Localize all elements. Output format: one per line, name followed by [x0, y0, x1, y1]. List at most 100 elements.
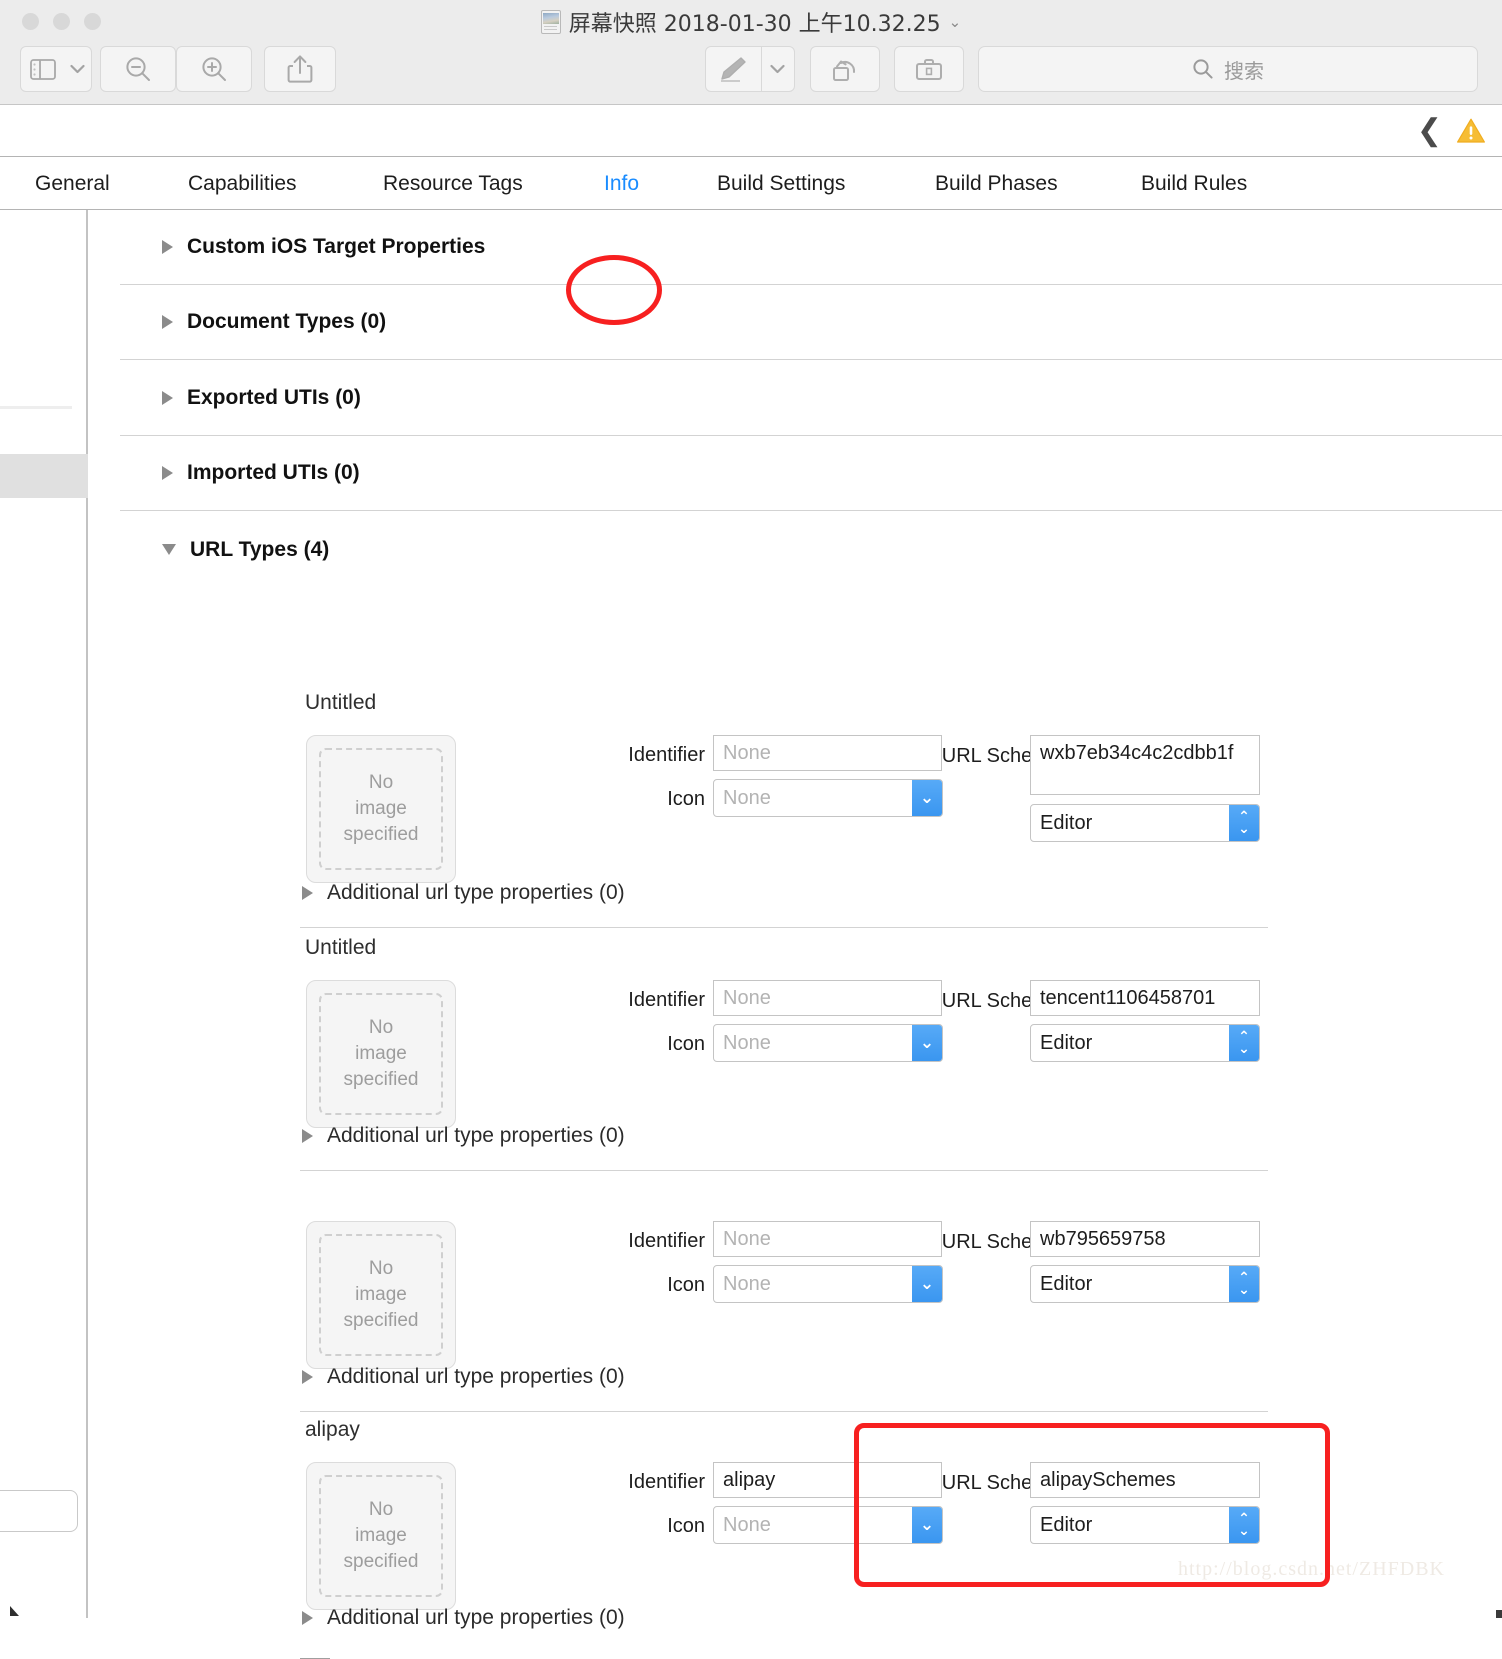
- back-chevron-icon[interactable]: ❮: [1417, 115, 1442, 146]
- additional-url-type-properties[interactable]: Additional url type properties (0): [302, 881, 625, 905]
- url-schemes-input[interactable]: wb795659758: [1030, 1221, 1260, 1257]
- document-title-group: 屏幕快照 2018-01-30 上午10.32.25 ⌄: [0, 6, 1502, 38]
- url-schemes-input[interactable]: alipaySchemes: [1030, 1462, 1260, 1498]
- tab-build-phases[interactable]: Build Phases: [935, 157, 1058, 210]
- additional-props-label: Additional url type properties (0): [327, 1365, 625, 1388]
- url-schemes-input[interactable]: wxb7eb34c4c2cdbb1f: [1030, 735, 1260, 795]
- url-type-row: Untitled No image specified Identifier N…: [90, 691, 1502, 936]
- section-title: Imported UTIs (0): [187, 461, 360, 484]
- stepper-updown-icon[interactable]: ⌃ ⌄: [1229, 805, 1259, 841]
- icon-value: None: [723, 786, 771, 809]
- disclosure-right-icon[interactable]: [162, 466, 173, 480]
- url-type-icon-well[interactable]: No image specified: [306, 1221, 456, 1369]
- identifier-label: Identifier: [628, 1471, 705, 1493]
- rotate-button[interactable]: [810, 46, 880, 92]
- markup-toolbar-button[interactable]: [894, 46, 964, 92]
- project-navigator-panel[interactable]: [0, 210, 88, 1618]
- disclosure-right-icon[interactable]: [162, 391, 173, 405]
- role-combobox[interactable]: Editor ⌃ ⌄: [1030, 1265, 1260, 1303]
- section-imported-utis[interactable]: Imported UTIs (0): [120, 436, 1502, 511]
- url-type-icon-well[interactable]: No image specified: [306, 1462, 456, 1610]
- disclosure-right-icon[interactable]: [302, 1611, 313, 1625]
- sidebar-view-button[interactable]: [20, 46, 92, 92]
- stepper-updown-icon[interactable]: ⌃ ⌄: [1229, 1025, 1259, 1061]
- stepper-updown-icon[interactable]: ⌃ ⌄: [1229, 1507, 1259, 1543]
- icon-label: Icon: [667, 1033, 705, 1055]
- section-custom-ios-target-properties[interactable]: Custom iOS Target Properties: [120, 210, 1502, 285]
- role-value: Editor: [1040, 811, 1093, 834]
- row-separator: [300, 927, 1268, 928]
- disclosure-right-icon[interactable]: [302, 1129, 313, 1143]
- sidebar-icon: [21, 47, 64, 91]
- navigator-separator: [0, 406, 72, 409]
- tab-capabilities[interactable]: Capabilities: [188, 157, 297, 210]
- search-field[interactable]: 搜索: [978, 46, 1478, 92]
- tab-build-settings[interactable]: Build Settings: [717, 157, 845, 210]
- role-value: Editor: [1040, 1031, 1093, 1054]
- target-editor-tabbar: General Capabilities Resource Tags Info …: [0, 157, 1502, 210]
- toolbox-icon: [916, 59, 942, 80]
- additional-url-type-properties[interactable]: Additional url type properties (0): [302, 1365, 625, 1389]
- url-type-icon-well[interactable]: No image specified: [306, 980, 456, 1128]
- markup-chevron-down-icon[interactable]: [762, 47, 794, 91]
- icon-combobox[interactable]: None ⌄: [713, 779, 943, 817]
- navigator-selected-row[interactable]: [0, 454, 88, 498]
- additional-props-label: Additional url type properties (0): [327, 1606, 625, 1629]
- zoom-in-icon: [202, 57, 226, 81]
- markup-pen-icon: [706, 47, 761, 91]
- navigator-filter-field[interactable]: [0, 1490, 78, 1532]
- section-url-types[interactable]: URL Types (4): [120, 512, 1502, 587]
- additional-url-type-properties[interactable]: Additional url type properties (0): [302, 1606, 625, 1630]
- sidebar-glyph: [29, 58, 56, 80]
- no-image-placeholder: No image specified: [319, 1234, 443, 1356]
- stepper-updown-icon[interactable]: ⌃ ⌄: [1229, 1266, 1259, 1302]
- url-types-list: Untitled No image specified Identifier N…: [90, 691, 1502, 1659]
- chevron-down-icon[interactable]: ⌄: [912, 780, 942, 816]
- role-value: Editor: [1040, 1272, 1093, 1295]
- section-title: Document Types (0): [187, 310, 387, 333]
- markup-button[interactable]: [705, 46, 795, 92]
- disclosure-right-icon[interactable]: [162, 240, 173, 254]
- icon-label: Icon: [667, 1274, 705, 1296]
- role-combobox[interactable]: Editor ⌃ ⌄: [1030, 1024, 1260, 1062]
- share-button[interactable]: [264, 46, 336, 92]
- sidebar-chevron-down-icon[interactable]: [64, 47, 91, 91]
- section-exported-utis[interactable]: Exported UTIs (0): [120, 361, 1502, 436]
- disclosure-right-icon[interactable]: [302, 1370, 313, 1384]
- section-document-types[interactable]: Document Types (0): [120, 285, 1502, 360]
- corner-marker: [1496, 1610, 1502, 1618]
- tab-info[interactable]: Info: [604, 157, 639, 210]
- document-icon: [540, 10, 561, 34]
- disclosure-down-icon[interactable]: [162, 544, 176, 555]
- disclosure-right-icon[interactable]: [302, 886, 313, 900]
- search-icon: [1193, 59, 1213, 79]
- tab-general[interactable]: General: [35, 157, 110, 210]
- window-titlebar: 屏幕快照 2018-01-30 上午10.32.25 ⌄ 搜索: [0, 0, 1502, 105]
- title-chevron-down-icon[interactable]: ⌄: [949, 15, 962, 30]
- tab-resource-tags[interactable]: Resource Tags: [383, 157, 523, 210]
- url-type-row: alipay No image specified Identifier ali…: [90, 1418, 1502, 1659]
- role-combobox[interactable]: Editor ⌃ ⌄: [1030, 804, 1260, 842]
- additional-props-label: Additional url type properties (0): [327, 881, 625, 904]
- disclosure-right-icon[interactable]: [162, 315, 173, 329]
- url-schemes-input[interactable]: tencent1106458701: [1030, 980, 1260, 1016]
- identifier-label: Identifier: [628, 1230, 705, 1252]
- zoom-in-button[interactable]: [176, 46, 252, 92]
- info-editor-scroll-area: Custom iOS Target Properties Document Ty…: [90, 210, 1502, 1659]
- rotate-left-icon: [833, 60, 856, 81]
- no-image-placeholder: No image specified: [319, 993, 443, 1115]
- url-type-name: Untitled: [305, 691, 377, 714]
- no-image-placeholder: No image specified: [319, 748, 443, 870]
- additional-url-type-properties[interactable]: Additional url type properties (0): [302, 1124, 625, 1148]
- zoom-out-button[interactable]: [100, 46, 176, 92]
- warning-triangle-icon[interactable]: [1456, 117, 1486, 144]
- tab-build-rules[interactable]: Build Rules: [1141, 157, 1247, 210]
- section-title: Exported UTIs (0): [187, 386, 361, 409]
- window-title: 屏幕快照 2018-01-30 上午10.32.25: [568, 12, 941, 37]
- xcode-editor-area: ❮ General Capabilities Resource Tags Inf…: [0, 105, 1502, 1659]
- watermark-text: http://blog.csdn.net/ZHFDBK: [1178, 1558, 1445, 1580]
- icon-label: Icon: [667, 1515, 705, 1537]
- url-type-icon-well[interactable]: No image specified: [306, 735, 456, 883]
- search-placeholder: 搜索: [1224, 58, 1264, 83]
- role-combobox[interactable]: Editor ⌃ ⌄: [1030, 1506, 1260, 1544]
